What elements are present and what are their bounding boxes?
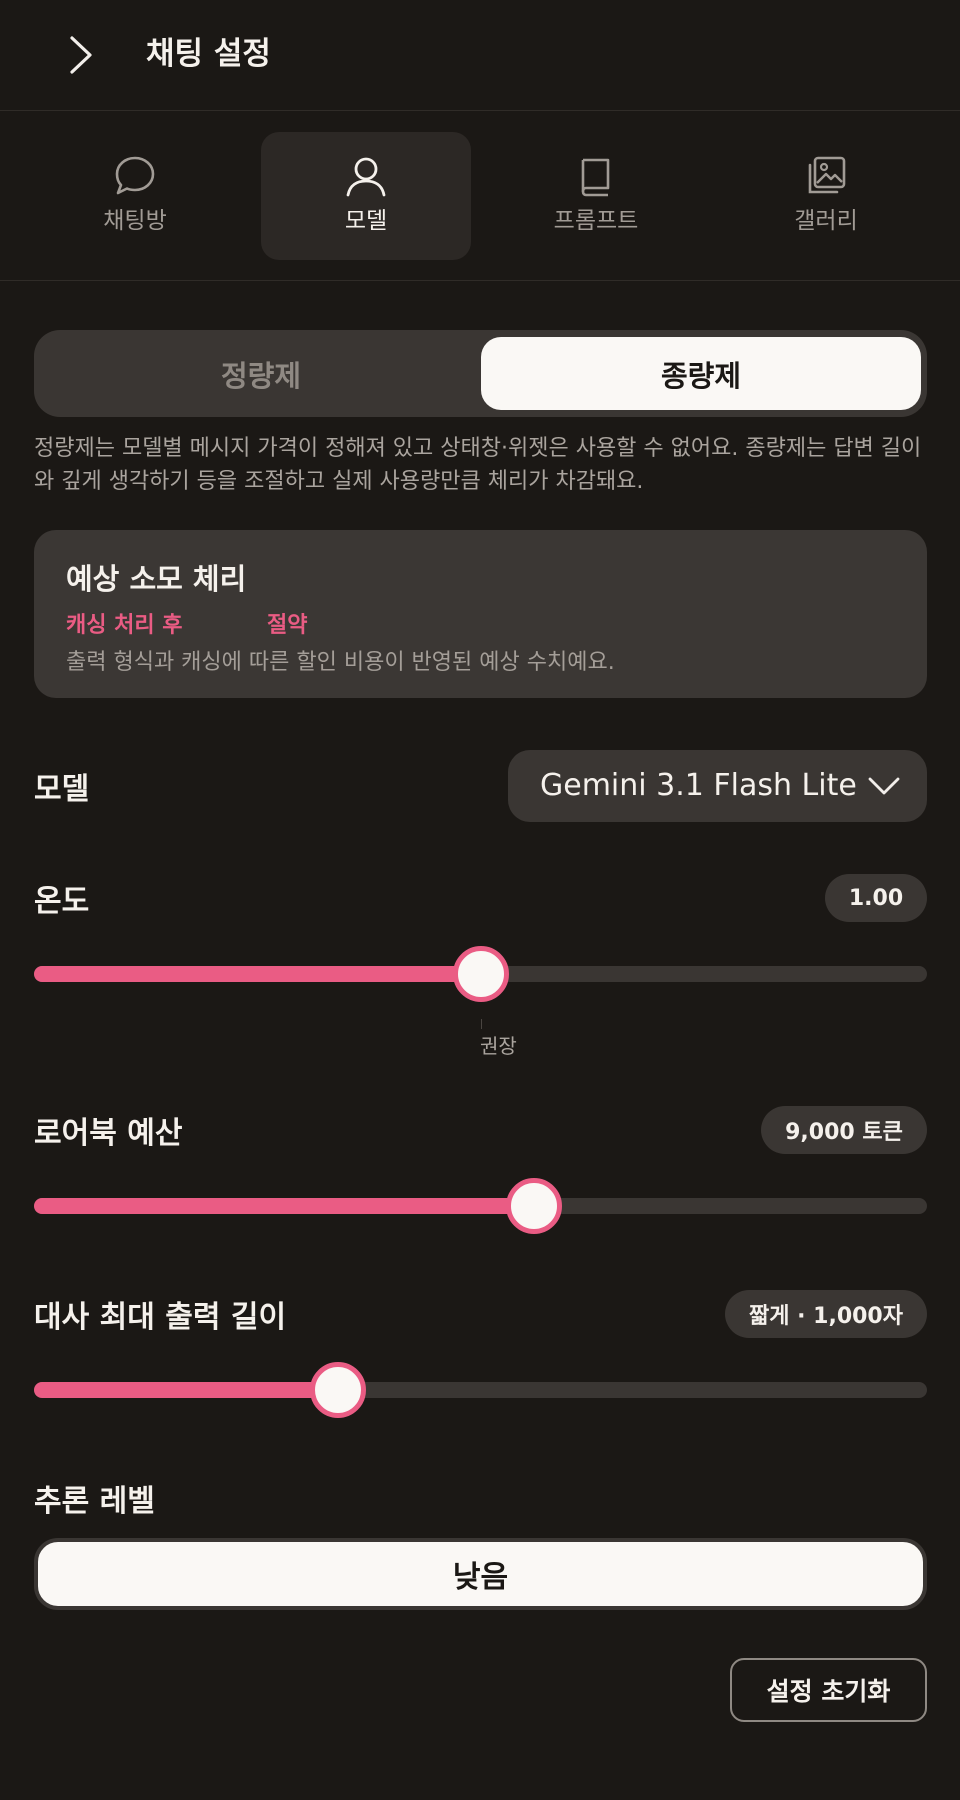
tab-chat-room[interactable]: 채팅방 [30, 132, 240, 260]
temperature-label: 온도 [34, 884, 90, 919]
chevron-right-icon[interactable] [62, 34, 98, 76]
slider-fill [34, 1382, 338, 1398]
cost-savings: 절약 [267, 613, 308, 638]
gallery-icon [808, 156, 846, 194]
chevron-down-icon [868, 777, 900, 795]
settings-tabs: 채팅방 모델 프롬프트 갤러리 [0, 111, 960, 281]
chat-bubble-icon [115, 156, 155, 195]
cost-after-caching: 캐싱 처리 후 [66, 613, 183, 638]
model-label: 모델 [34, 772, 90, 807]
output-length-label: 대사 최대 출력 길이 [34, 1300, 287, 1335]
lorebook-label: 로어북 예산 [34, 1116, 183, 1151]
reset-settings-button[interactable]: 설정 초기화 [730, 1658, 927, 1722]
output-length-slider[interactable] [34, 1362, 927, 1418]
cost-note: 출력 형식과 캐싱에 따른 할인 비용이 반영된 예상 수치예요. [66, 650, 615, 675]
recommended-tick [481, 1019, 482, 1029]
cost-title: 예상 소모 체리 [66, 562, 247, 596]
model-select-value: Gemini 3.1 Flash Lite [540, 768, 857, 803]
plan-option-usage[interactable]: 종량제 [481, 337, 921, 410]
estimated-cost-card: 예상 소모 체리 캐싱 처리 후 절약 출력 형식과 캐싱에 따른 할인 비용이… [34, 530, 927, 698]
reasoning-label: 추론 레벨 [34, 1484, 155, 1519]
slider-fill [34, 1198, 534, 1214]
slider-thumb[interactable] [453, 946, 509, 1002]
reasoning-level-button[interactable]: 낮음 [34, 1538, 927, 1610]
tab-label: 모델 [344, 208, 388, 234]
model-select[interactable]: Gemini 3.1 Flash Lite [508, 750, 927, 822]
tab-label: 갤러리 [794, 208, 858, 234]
book-icon [581, 158, 610, 197]
slider-thumb[interactable] [310, 1362, 366, 1418]
lorebook-value-badge: 9,000 토큰 [761, 1106, 927, 1154]
recommended-label: 권장 [480, 1034, 517, 1058]
lorebook-slider[interactable] [34, 1178, 927, 1234]
header: 채팅 설정 [0, 0, 960, 111]
plan-option-fixed[interactable]: 정량제 [41, 337, 481, 410]
output-length-value-badge: 짧게 · 1,000자 [725, 1290, 927, 1338]
temperature-value-badge: 1.00 [825, 874, 927, 922]
user-icon [346, 157, 386, 197]
tab-prompt[interactable]: 프롬프트 [491, 132, 701, 260]
page-title: 채팅 설정 [146, 36, 271, 72]
tab-model[interactable]: 모델 [261, 132, 471, 260]
tab-label: 프롬프트 [553, 208, 639, 234]
tab-label: 채팅방 [103, 208, 167, 234]
temperature-slider[interactable] [34, 946, 927, 1002]
slider-thumb[interactable] [506, 1178, 562, 1234]
plan-toggle: 정량제 종량제 [34, 330, 927, 417]
slider-fill [34, 966, 481, 982]
tab-gallery[interactable]: 갤러리 [721, 132, 931, 260]
plan-description: 정량제는 모델별 메시지 가격이 정해져 있고 상태창·위젯은 사용할 수 없어… [34, 436, 922, 494]
